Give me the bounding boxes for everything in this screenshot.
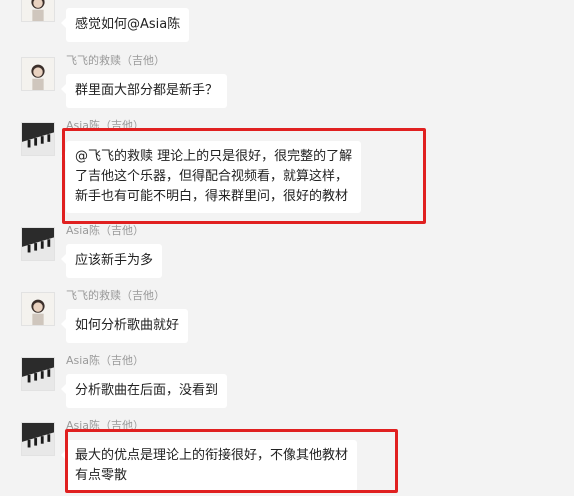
- piano-photo-icon: [22, 123, 54, 155]
- avatar-asia[interactable]: [21, 422, 55, 456]
- sender-name: 飞飞的救赎（吉他）: [66, 289, 165, 302]
- avatar-feifei[interactable]: [21, 0, 55, 22]
- chat-history: 感觉如何@Asia陈 飞飞的救赎（吉他） 群里面大部分都是新手？ Asia陈（吉…: [0, 0, 574, 496]
- message-bubble[interactable]: 群里面大部分都是新手？: [60, 74, 228, 108]
- person-photo-icon: [22, 293, 54, 325]
- piano-photo-icon: [22, 228, 54, 260]
- avatar-asia[interactable]: [21, 122, 55, 156]
- message-bubble[interactable]: 最大的优点是理论上的衔接很好，不像其他教材 有点零散: [60, 440, 358, 492]
- avatar-asia[interactable]: [21, 227, 55, 261]
- avatar-asia[interactable]: [21, 357, 55, 391]
- sender-name: Asia陈（吉他）: [66, 119, 145, 132]
- sender-name: Asia陈（吉他）: [66, 419, 145, 432]
- avatar-feifei[interactable]: [21, 292, 55, 326]
- sender-name: Asia陈（吉他）: [66, 354, 145, 367]
- message-text: 应该新手为多: [75, 253, 154, 268]
- message-text: 了吉他这个乐器，但得配合视频看，就算这样，: [75, 169, 349, 184]
- person-photo-icon: [22, 58, 54, 90]
- sender-name: 飞飞的救赎（吉他）: [66, 54, 165, 67]
- message-bubble[interactable]: 感觉如何@Asia陈: [60, 8, 190, 42]
- message-text: @飞飞的救赎 理论上的只是很好，很完整的了解: [75, 149, 353, 164]
- message-text: 分析歌曲在后面，没看到: [75, 383, 219, 398]
- message-bubble[interactable]: 如何分析歌曲就好: [60, 309, 189, 343]
- message-bubble[interactable]: 分析歌曲在后面，没看到: [60, 374, 228, 408]
- message-bubble[interactable]: @飞飞的救赎 理论上的只是很好，很完整的了解 了吉他这个乐器，但得配合视频看，就…: [60, 141, 362, 213]
- person-photo-icon: [22, 0, 54, 21]
- message-text: 群里面大部分都是新手？: [75, 83, 219, 98]
- message-text: 新手也有可能不明白，得来群里问，很好的教材: [75, 189, 349, 204]
- message-text: 如何分析歌曲就好: [75, 318, 180, 333]
- message-text: 最大的优点是理论上的衔接很好，不像其他教材: [75, 448, 349, 463]
- message-bubble[interactable]: 应该新手为多: [60, 244, 163, 278]
- piano-photo-icon: [22, 358, 54, 390]
- avatar-feifei[interactable]: [21, 57, 55, 91]
- message-text: 有点零散: [75, 468, 128, 483]
- sender-name: Asia陈（吉他）: [66, 224, 145, 237]
- message-text: 感觉如何@Asia陈: [75, 17, 181, 32]
- piano-photo-icon: [22, 423, 54, 455]
